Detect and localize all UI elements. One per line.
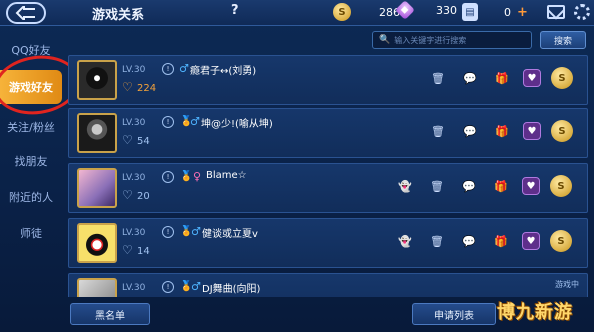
add-ticket-button[interactable]: + [517,5,528,20]
level-label: LV.30 [122,173,146,183]
heart-icon [122,188,133,202]
level-label: LV.30 [122,228,146,238]
delete-icon[interactable] [426,230,448,252]
gift-icon[interactable] [490,175,512,197]
gender-icon: ♂ [191,280,201,293]
intimacy-icon[interactable] [522,232,540,250]
back-arrow-icon [15,6,35,20]
watermark: 博九新游 [497,302,573,323]
level-label: LV.30 [122,65,146,75]
friend-row[interactable]: LV.30 ! 🏅 ♂ DJ舞曲(向阳) 游戏中 [68,273,588,297]
delete-icon[interactable] [427,120,449,142]
friend-name: DJ舞曲(向阳) [202,284,261,295]
row-actions [427,67,573,89]
ticket-icon: ▤ [462,3,478,21]
gender-icon: ♀ [193,170,202,183]
ghost-icon[interactable] [394,230,416,252]
send-gold-icon[interactable] [550,230,572,252]
row-actions [427,120,573,142]
delete-icon[interactable] [427,67,449,89]
gem-amount: 330 [436,3,457,17]
friend-name: 瘾君子↔(刘勇) [190,66,257,77]
search-input[interactable] [394,35,531,45]
search-icon: 🔍 [379,35,391,45]
ghost-icon[interactable] [394,175,416,197]
blacklist-button[interactable]: 黑名单 [70,303,150,325]
search-box[interactable]: 🔍 [372,31,532,49]
top-bar: 游戏关系 ? S 2861 ◆ 330 ▤ 0 + [0,0,594,26]
gem-icon: ◆ [395,0,415,20]
gift-icon[interactable] [490,230,512,252]
friend-row[interactable]: LV.30 14 ! 🏅 ♂ 健谈或立夏v [68,218,588,268]
status-badge: 游戏中 [555,280,579,289]
gift-icon[interactable] [491,120,513,142]
row-actions [394,230,572,252]
avatar[interactable] [77,223,117,263]
level-label: LV.30 [122,118,146,128]
heart-icon [122,243,133,257]
settings-icon[interactable] [574,4,590,20]
likes-count: 20 [122,188,150,202]
gender-icon: ♂ [179,62,189,75]
request-list-button[interactable]: 申请列表 [412,303,496,325]
heart-icon [122,133,133,147]
level-label: LV.30 [122,283,146,293]
sidebar-item-nearby[interactable]: 附近的人 [0,180,62,214]
gold-counter[interactable]: S 2861 [333,3,407,21]
sidebar-item-follow-fans[interactable]: 关注/粉丝 [0,110,62,144]
mail-icon[interactable] [547,5,565,19]
avatar[interactable] [77,168,117,208]
friend-name: 坤@少!(喻从坤) [201,119,273,130]
likes-count: 54 [122,133,150,147]
friend-row[interactable]: LV.30 54 ! 🏅 ♂ 坤@少!(喻从坤) [68,108,588,158]
gender-icon: ♂ [191,225,201,238]
gold-coin-icon: S [333,3,351,21]
rank-icon: ! [162,63,174,75]
avatar[interactable] [77,60,117,100]
row-actions [394,175,572,197]
back-button[interactable] [6,2,46,24]
sidebar-item-find-friends[interactable]: 找朋友 [0,144,62,178]
rank-icon: ! [162,226,174,238]
avatar[interactable] [77,278,117,297]
rank-icon: ! [162,116,174,128]
friend-name: Blame☆ [206,170,247,181]
send-gold-icon[interactable] [551,120,573,142]
chat-icon[interactable] [459,120,481,142]
send-gold-icon[interactable] [551,67,573,89]
heart-icon [122,80,133,94]
gender-icon: ♂ [190,115,200,128]
chat-icon[interactable] [459,67,481,89]
likes-count: 14 [122,243,150,257]
friend-list[interactable]: LV.30 224 ! ♂ 瘾君子↔(刘勇) LV.30 54 ! 🏅 ♂ 坤@… [68,55,590,297]
gift-icon[interactable] [491,67,513,89]
friend-row[interactable]: LV.30 224 ! ♂ 瘾君子↔(刘勇) [68,55,588,105]
chat-icon[interactable] [458,230,480,252]
help-button[interactable]: ? [231,3,239,18]
intimacy-icon[interactable] [522,177,540,195]
chat-icon[interactable] [458,175,480,197]
gem-counter[interactable]: ◆ 330 [395,0,457,20]
medal-icon: 🏅 [180,171,193,182]
friend-row[interactable]: LV.30 20 ! 🏅 ♀ Blame☆ [68,163,588,213]
avatar[interactable] [77,113,117,153]
ticket-counter[interactable]: ▤ 0 + [462,3,528,21]
intimacy-icon[interactable] [523,122,541,140]
likes-count: 224 [122,80,156,94]
rank-icon: ! [162,171,174,183]
page-title: 游戏关系 [92,8,145,23]
rank-icon: ! [162,281,174,293]
send-gold-icon[interactable] [550,175,572,197]
sidebar-item-mentor[interactable]: 师徒 [0,216,62,250]
ticket-amount: 0 [504,5,511,19]
search-button[interactable]: 搜索 [540,31,586,49]
delete-icon[interactable] [426,175,448,197]
intimacy-icon[interactable] [523,69,541,87]
friend-name: 健谈或立夏v [202,229,258,240]
